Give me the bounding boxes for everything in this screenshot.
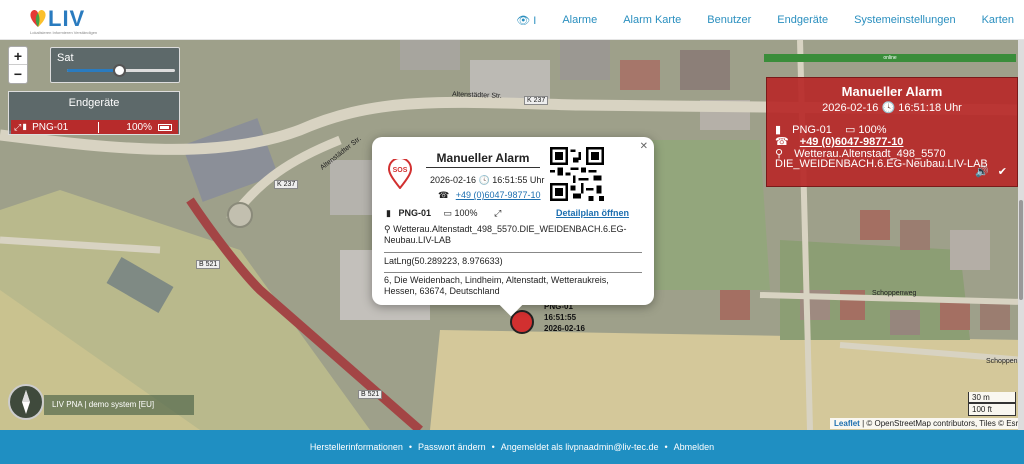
popup-battery: 100% <box>454 208 478 218</box>
scrollbar-thumb[interactable] <box>1019 200 1023 300</box>
qr-code[interactable] <box>550 147 604 201</box>
device-icon: ▮ <box>386 208 391 218</box>
popup-datetime: 2026-02-16 🕓 16:51:55 Uhr <box>430 175 544 186</box>
signal-icon: ⤢ <box>494 208 502 218</box>
footer-separator: • <box>491 442 495 452</box>
nav-alarme[interactable]: Alarme <box>562 14 597 26</box>
eye-icon[interactable]: 👁 I <box>516 14 536 27</box>
alarm-popup: ✕ SOS Manueller Alarm 2026-02-16 🕓 16:51… <box>372 137 654 317</box>
zoom-out-button[interactable]: − <box>9 65 27 83</box>
alarm-box-title: Manueller Alarm <box>841 84 943 99</box>
detail-plan-link[interactable]: Detailplan öffnen <box>556 208 629 218</box>
nav-alarm-karte[interactable]: Alarm Karte <box>623 14 681 26</box>
devices-panel-title: Endgeräte <box>68 97 120 109</box>
eye-suffix: I <box>533 14 537 27</box>
footer-logged-in-as: Angemeldet als livpnaadmin@liv-tec.de <box>500 442 659 452</box>
map-scale: 30 m 100 ft <box>968 392 1016 416</box>
marker-label-date: 2026-02-16 <box>544 324 585 333</box>
clock-icon: 🕓 <box>478 175 490 185</box>
close-icon[interactable]: ✕ <box>640 141 648 152</box>
zoom-in-button[interactable]: + <box>9 47 27 65</box>
road-label-b521-b: B 521 <box>358 390 383 399</box>
alarm-summary-box[interactable]: Manueller Alarm 2026-02-16 🕓 16:51:18 Uh… <box>766 77 1018 187</box>
nav-systemeinstellungen[interactable]: Systemeinstellungen <box>854 14 956 26</box>
top-navbar: LIV Lokalisieren Informieren Verständige… <box>0 0 1024 40</box>
marker-label-time: 16:51:55 <box>544 313 577 322</box>
nav-endgeraete[interactable]: Endgeräte <box>777 14 828 26</box>
speaker-icon[interactable]: 🔊 <box>975 166 989 178</box>
opacity-slider-fill <box>67 69 119 72</box>
footer-manufacturer-link[interactable]: Herstellerinformationen <box>310 442 403 452</box>
road-label-schoppenweg: Schoppenweg <box>872 290 917 297</box>
layer-label: Sat <box>57 52 74 64</box>
acknowledge-icon[interactable]: ✔ <box>998 166 1007 178</box>
popup-phone-line: ☎ +49 (0)6047-9877-10 <box>438 190 541 201</box>
road-label-k237-b: K 237 <box>274 180 299 189</box>
battery-icon: ▭ <box>443 208 453 218</box>
zoom-control: + − <box>8 46 28 84</box>
nav-benutzer[interactable]: Benutzer <box>707 14 751 26</box>
main-nav: 👁 I Alarme Alarm Karte Benutzer Endgerät… <box>516 0 1014 40</box>
scale-imperial: 100 ft <box>968 404 1016 416</box>
footer-separator: • <box>664 442 668 452</box>
location-pin-icon: ⚲ <box>384 224 391 234</box>
alarm-box-date: 2026-02-16 <box>822 102 879 114</box>
sos-pin-icon: SOS <box>388 159 412 189</box>
compass-icon[interactable] <box>8 384 44 420</box>
road-label-k237-a: K 237 <box>524 96 549 105</box>
compass-needle-icon <box>22 390 30 414</box>
online-status-bar: online <box>764 54 1016 62</box>
alarm-box-time: 16:51:18 Uhr <box>898 102 962 114</box>
sos-label: SOS <box>393 167 408 174</box>
marker-label: PNG-01 16:51:55 2026-02-16 <box>544 301 585 334</box>
footer-change-password-link[interactable]: Passwort ändern <box>418 442 486 452</box>
battery-icon <box>158 123 172 131</box>
footer: Herstellerinformationen • Passwort änder… <box>0 430 1024 464</box>
map-view[interactable]: Altenstädter Str. Altenstädter Str. K 23… <box>0 40 1024 430</box>
phone-icon: ☎ <box>438 190 450 200</box>
leaflet-link[interactable]: Leaflet <box>834 419 860 428</box>
device-name: PNG-01 <box>32 121 69 133</box>
footer-logout-link[interactable]: Abmelden <box>674 442 715 452</box>
road-label-schoppen: Schoppen <box>986 358 1018 365</box>
alarm-box-actions: 🔊 ✔ <box>975 165 1007 178</box>
attribution-text: | © OpenStreetMap contributors, Tiles © … <box>862 419 1020 428</box>
opacity-slider-knob[interactable] <box>112 64 126 77</box>
popup-address: ⚲ Wetterau.Altenstadt_498_5570.DIE_WEIDE… <box>384 224 642 253</box>
clock-icon: 🕓 <box>881 102 896 114</box>
popup-address-full: 6, Die Weidenbach, Lindheim, Altenstadt,… <box>384 275 609 296</box>
popup-address-text: Wetterau.Altenstadt_498_5570.DIE_WEIDENB… <box>384 224 627 245</box>
popup-title: Manueller Alarm <box>426 151 540 168</box>
alarm-box-datetime: 2026-02-16 🕓 16:51:18 Uhr <box>767 101 1017 114</box>
logo-text: LIV <box>48 6 86 31</box>
popup-latlng: LatLng(50.289223, 8.976633) <box>384 256 642 273</box>
map-scrollbar[interactable] <box>1018 40 1024 430</box>
alarm-box-address-line-2: DIE_WEIDENBACH.6.EG-Neubau.LIV-LAB <box>775 158 988 170</box>
logo-tagline: Lokalisieren Informieren Verständigen <box>30 30 98 35</box>
popup-device-line: ▮ PNG-01 ▭ 100% ⤢ <box>386 208 501 219</box>
logo-heart-icon <box>30 9 46 27</box>
device-status-icon: ⤢▮ <box>14 121 29 132</box>
device-battery: 100% <box>98 121 158 133</box>
scale-metric: 30 m <box>968 392 1016 404</box>
layer-opacity-panel: Sat <box>50 47 180 83</box>
nav-karten[interactable]: Karten <box>982 14 1014 26</box>
popup-phone-link[interactable]: +49 (0)6047-9877-10 <box>456 190 541 200</box>
popup-time: 16:51:55 Uhr <box>492 175 545 185</box>
app-logo[interactable]: LIV Lokalisieren Informieren Verständige… <box>28 5 97 35</box>
map-attribution: Leaflet | © OpenStreetMap contributors, … <box>830 418 1024 429</box>
popup-device: PNG-01 <box>398 208 431 218</box>
system-info-label: LIV PNA | demo system [EU] <box>44 395 194 415</box>
road-label-b521-a: B 521 <box>196 260 221 269</box>
devices-panel: Endgeräte ⤢▮ PNG-01 100% <box>8 91 180 135</box>
device-row[interactable]: ⤢▮ PNG-01 100% <box>11 120 178 134</box>
popup-date: 2026-02-16 <box>430 175 477 185</box>
footer-separator: • <box>408 442 413 452</box>
